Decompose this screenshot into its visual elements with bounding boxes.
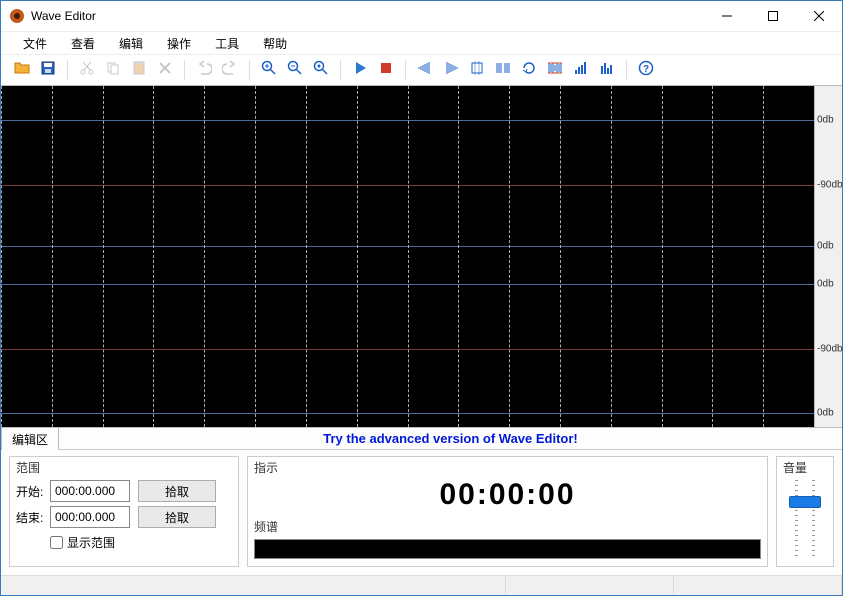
fade-in-icon [417, 60, 433, 81]
show-range-label: 显示范围 [67, 534, 115, 551]
redo-button [219, 59, 241, 81]
undo-button [193, 59, 215, 81]
reverse-icon [521, 60, 537, 81]
cut-button [76, 59, 98, 81]
bottom-panel: 范围 开始: 000:00.000 拾取 结束: 000:00.000 拾取 显… [1, 450, 842, 575]
volume-slider[interactable] [785, 480, 825, 560]
indicator-legend: 指示 [254, 459, 761, 476]
redo-icon [222, 60, 238, 81]
normalize-button[interactable] [544, 59, 566, 81]
play-button[interactable] [349, 59, 371, 81]
save-button[interactable] [37, 59, 59, 81]
scale-label: 0db [817, 408, 834, 419]
minimize-button[interactable] [704, 1, 750, 31]
help-icon: ? [638, 60, 654, 81]
waveform-area[interactable]: 0db -90db 0db 0db -90db 0db [1, 85, 842, 428]
start-label: 开始: [16, 483, 46, 500]
spectrum-legend: 频谱 [254, 518, 761, 535]
volume-legend: 音量 [783, 459, 827, 476]
start-pick-button[interactable]: 拾取 [138, 480, 216, 502]
zoom-fit-icon [313, 60, 329, 81]
equalizer-icon [599, 60, 615, 81]
end-pick-button[interactable]: 拾取 [138, 506, 216, 528]
menu-file[interactable]: 文件 [11, 31, 59, 56]
fade-in-button[interactable] [414, 59, 436, 81]
paste-button [128, 59, 150, 81]
fade-out-icon [443, 60, 459, 81]
normalize-icon [547, 60, 563, 81]
app-icon [9, 8, 25, 24]
amplify-icon [573, 60, 589, 81]
zoom-out-button[interactable] [284, 59, 306, 81]
scale-label: 0db [817, 241, 834, 252]
volume-thumb[interactable] [789, 496, 821, 508]
equalizer-button[interactable] [596, 59, 618, 81]
waveform-canvas[interactable] [1, 86, 814, 427]
insert-silence-icon [495, 60, 511, 81]
menu-view[interactable]: 查看 [59, 31, 107, 56]
titlebar: Wave Editor [1, 1, 842, 31]
reverse-button[interactable] [518, 59, 540, 81]
svg-text:?: ? [643, 64, 649, 75]
delete-icon [157, 60, 173, 81]
menubar: 文件 查看 编辑 操作 工具 帮助 [1, 31, 842, 55]
status-bar [1, 575, 842, 595]
insert-silence-button[interactable] [492, 59, 514, 81]
save-icon [40, 60, 56, 81]
menu-action[interactable]: 操作 [155, 31, 203, 56]
start-input[interactable]: 000:00.000 [50, 480, 130, 502]
editor-tab[interactable]: 编辑区 [1, 427, 59, 452]
scale-label: 0db [817, 115, 834, 126]
spectrum-display [254, 539, 761, 559]
open-icon [14, 60, 30, 81]
menu-edit[interactable]: 编辑 [107, 31, 155, 56]
zoom-in-button[interactable] [258, 59, 280, 81]
play-icon [352, 60, 368, 81]
range-legend: 范围 [16, 459, 232, 476]
menu-help[interactable]: 帮助 [251, 31, 299, 56]
help-button[interactable]: ? [635, 59, 657, 81]
end-input[interactable]: 000:00.000 [50, 506, 130, 528]
show-range-checkbox[interactable] [50, 536, 63, 549]
promo-bar: 编辑区 Try the advanced version of Wave Edi… [1, 428, 842, 450]
maximize-button[interactable] [750, 1, 796, 31]
copy-button [102, 59, 124, 81]
waveform-scale: 0db -90db 0db 0db -90db 0db [814, 86, 842, 427]
close-button[interactable] [796, 1, 842, 31]
copy-icon [105, 60, 121, 81]
zoom-out-icon [287, 60, 303, 81]
scale-label: -90db [817, 179, 843, 190]
fade-out-button[interactable] [440, 59, 462, 81]
open-button[interactable] [11, 59, 33, 81]
undo-icon [196, 60, 212, 81]
crop-icon [469, 60, 485, 81]
end-label: 结束: [16, 509, 46, 526]
amplify-button[interactable] [570, 59, 592, 81]
paste-icon [131, 60, 147, 81]
zoom-in-icon [261, 60, 277, 81]
delete-button [154, 59, 176, 81]
promo-link[interactable]: Try the advanced version of Wave Editor! [59, 431, 842, 446]
stop-icon [378, 60, 394, 81]
scale-label: 0db [817, 278, 834, 289]
scale-label: -90db [817, 343, 843, 354]
stop-button[interactable] [375, 59, 397, 81]
crop-button[interactable] [466, 59, 488, 81]
menu-tools[interactable]: 工具 [203, 31, 251, 56]
zoom-fit-button[interactable] [310, 59, 332, 81]
cut-icon [79, 60, 95, 81]
time-display: 00:00:00 [254, 478, 761, 512]
range-group: 范围 开始: 000:00.000 拾取 结束: 000:00.000 拾取 显… [9, 456, 239, 567]
app-title: Wave Editor [31, 9, 704, 23]
volume-group: 音量 [776, 456, 834, 567]
toolbar: ? [1, 55, 842, 85]
indicator-group: 指示 00:00:00 频谱 [247, 456, 768, 567]
